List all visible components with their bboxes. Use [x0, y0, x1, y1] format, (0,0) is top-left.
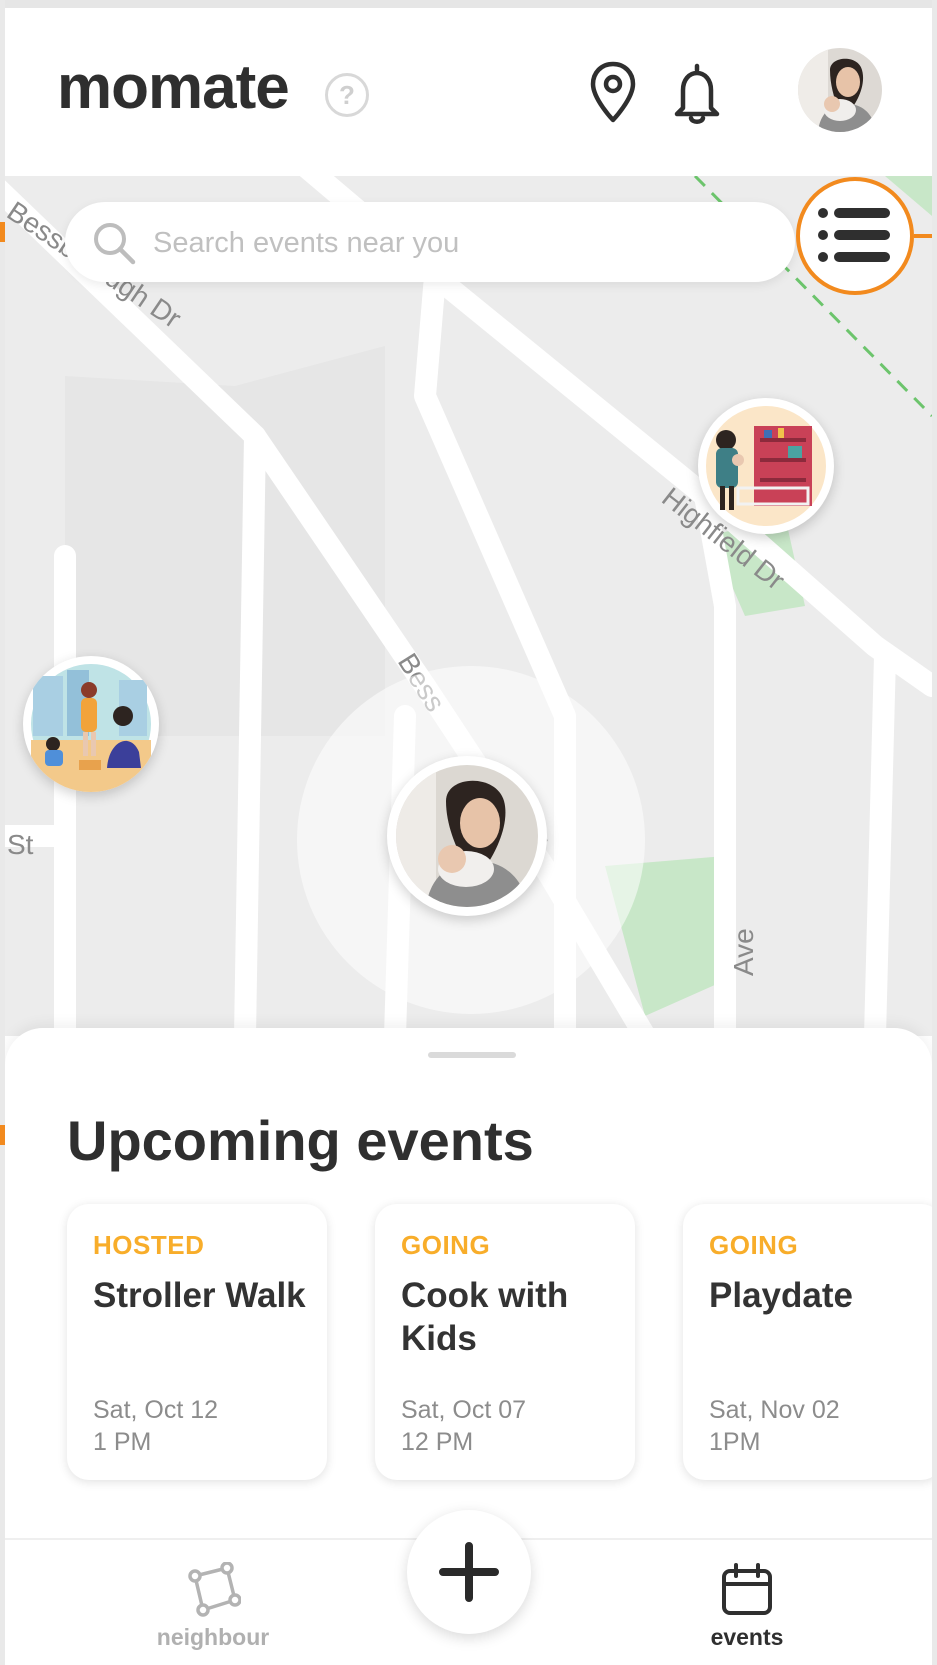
- event-card[interactable]: GOING Playdate Sat, Nov 02 1PM: [683, 1204, 937, 1480]
- accent-marker-top: [0, 222, 5, 242]
- sheet-drag-handle[interactable]: [428, 1052, 516, 1058]
- current-user-pin[interactable]: [387, 756, 547, 916]
- event-status: GOING: [401, 1230, 491, 1260]
- street-label-st: St: [7, 829, 34, 860]
- location-pin-icon[interactable]: [583, 58, 643, 128]
- nav-label-neighbour: neighbour: [156, 1624, 270, 1650]
- event-status: HOSTED: [93, 1230, 205, 1260]
- plus-icon: [439, 1542, 499, 1602]
- event-name: Playdate: [709, 1276, 853, 1315]
- search-bar: [65, 202, 795, 282]
- help-icon[interactable]: ?: [325, 73, 369, 117]
- screen-edge-left: [0, 0, 5, 1665]
- street-label-ave: Ave: [728, 928, 759, 976]
- nav-label-events: events: [710, 1624, 784, 1650]
- playroom-event-pin[interactable]: [698, 398, 834, 534]
- event-time: 1PM: [709, 1428, 761, 1456]
- event-time: 1 PM: [93, 1428, 152, 1456]
- list-view-button[interactable]: [796, 177, 914, 295]
- event-date: Sat, Oct 07: [401, 1396, 527, 1424]
- event-name: Stroller Walk: [93, 1276, 306, 1315]
- nav-item-events[interactable]: events: [667, 1562, 827, 1662]
- upcoming-events-sheet: Upcoming events HOSTED Stroller Walk Sat…: [5, 1028, 937, 1538]
- profile-avatar[interactable]: [798, 48, 882, 132]
- event-card[interactable]: HOSTED Stroller Walk Sat, Oct 12 1 PM: [67, 1204, 327, 1480]
- event-status: GOING: [709, 1230, 799, 1260]
- accent-marker-bottom: [0, 1125, 5, 1145]
- neighbour-icon: [188, 1562, 241, 1617]
- status-strip: [0, 0, 937, 8]
- list-button-connector: [914, 234, 932, 238]
- sheet-title: Upcoming events: [67, 1109, 534, 1172]
- app-logo: momate: [57, 53, 290, 122]
- event-card[interactable]: GOING Cook with Kids Sat, Oct 07 12 PM: [375, 1204, 635, 1480]
- add-event-button[interactable]: [407, 1510, 531, 1634]
- event-date: Sat, Nov 02: [709, 1396, 840, 1424]
- screen-edge-right: [932, 0, 937, 1665]
- beach-event-pin[interactable]: [23, 656, 159, 792]
- app-screen: momate ? Dr Highfield Dr St Ave Search e…: [0, 0, 937, 1665]
- event-time: 12 PM: [401, 1428, 474, 1456]
- list-icon: [818, 208, 890, 262]
- calendar-icon: [722, 1563, 772, 1615]
- nav-item-neighbour[interactable]: neighbour: [133, 1562, 293, 1662]
- events-map[interactable]: Bessborough Dr Highfield Dr Bess Dr St A…: [5, 176, 932, 1036]
- bell-icon[interactable]: [667, 58, 727, 128]
- search-icon: [94, 223, 136, 265]
- search-input[interactable]: [151, 222, 755, 264]
- event-date: Sat, Oct 12: [93, 1396, 219, 1424]
- app-header: momate ?: [5, 8, 932, 176]
- event-name: Cook with Kids: [401, 1276, 569, 1358]
